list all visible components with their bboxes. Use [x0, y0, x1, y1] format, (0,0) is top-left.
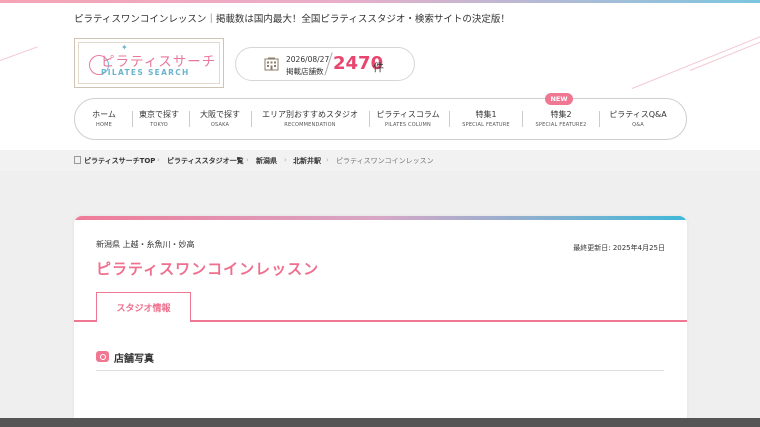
bottom-strip [0, 418, 760, 427]
store-count-box: 2026/08/27 掲載店舗数 2470 件 [235, 47, 415, 81]
count-label: 掲載店舗数 [286, 67, 324, 76]
logo-text-jp: ピラティスサーチ [101, 54, 217, 70]
site-tagline: ピラティスワンコインレッスン｜掲載数は国内最大！全国ピラティススタジオ・検索サイ… [74, 14, 510, 25]
nav-home[interactable]: ホーム HOME [79, 99, 129, 138]
nav-tokyo[interactable]: 東京で探す TOKYO [134, 99, 184, 138]
breadcrumb-studio-list[interactable]: ピラティススタジオ一覧 [167, 156, 244, 166]
nav-label-en: HOME [96, 122, 112, 128]
nav-label-jp: 特集1 [475, 110, 497, 119]
breadcrumb-separator-icon: › [246, 156, 249, 164]
decorative-line [689, 40, 760, 71]
nav-label-en: SPECIAL FEATURE2 [535, 122, 587, 128]
nav-column[interactable]: ピラティスコラム PILATES COLUMN [372, 99, 444, 138]
global-nav: ホーム HOME 東京で探す TOKYO 大阪で探す OSAKA エリア別おすす… [74, 98, 687, 140]
store-count-unit: 件 [373, 61, 384, 74]
nav-divider [189, 111, 190, 127]
nav-qa[interactable]: ピラティスQ&A Q&A [602, 99, 674, 138]
home-icon [74, 156, 81, 164]
breadcrumb-station[interactable]: 北新井駅 [293, 156, 321, 166]
nav-divider [132, 111, 133, 127]
breadcrumb-current: ピラティスワンコインレッスン [336, 157, 434, 165]
new-badge: NEW [545, 93, 573, 105]
nav-label-jp: 大阪で探す [200, 110, 240, 119]
nav-label-en: OSAKA [210, 122, 230, 128]
decorative-line [631, 35, 760, 89]
building-icon [264, 57, 279, 71]
count-date: 2026/08/27 [286, 55, 330, 64]
tab-studio-info[interactable]: スタジオ情報 [96, 292, 191, 322]
studio-name: ピラティスワンコインレッスン [96, 260, 320, 278]
breadcrumb-prefecture[interactable]: 新潟県 [256, 156, 277, 166]
nav-divider [251, 111, 252, 127]
nav-divider [369, 111, 370, 127]
breadcrumb-separator-icon: › [326, 156, 329, 164]
nav-label-jp: 特集2 [550, 110, 572, 119]
camera-icon [96, 351, 109, 362]
nav-label-en: TOKYO [150, 122, 168, 128]
nav-label-en: PILATES COLUMN [385, 122, 431, 128]
top-gradient-bar [0, 0, 760, 3]
nav-osaka[interactable]: 大阪で探す OSAKA [192, 99, 248, 138]
nav-label-jp: ピラティスQ&A [609, 110, 667, 119]
tab-label: スタジオ情報 [116, 304, 171, 314]
nav-label-jp: エリア別おすすめスタジオ [262, 110, 358, 119]
decorative-line [0, 46, 38, 61]
nav-recommendation[interactable]: エリア別おすすめスタジオ RECOMMENDATION [255, 99, 365, 138]
nav-divider [599, 111, 600, 127]
breadcrumb-separator-icon: › [284, 156, 287, 164]
site-logo[interactable]: ✦ ピラティスサーチ PILATES SEARCH [74, 38, 224, 88]
logo-text-en: PILATES SEARCH [101, 68, 190, 77]
studio-area: 新潟県 上越・糸魚川・妙高 [96, 240, 195, 249]
studio-card: 新潟県 上越・糸魚川・妙高 最終更新日: 2025年4月25日 ピラティスワンコ… [74, 216, 687, 427]
nav-special-feature-1[interactable]: 特集1 SPECIAL FEATURE [452, 99, 520, 138]
nav-label-jp: ホーム [92, 110, 116, 119]
breadcrumb-top[interactable]: ピラティスサーチTOP [84, 156, 155, 166]
nav-label-jp: ピラティスコラム [376, 110, 440, 119]
card-top-gradient [74, 216, 687, 220]
nav-label-jp: 東京で探す [139, 110, 179, 119]
section-divider [96, 370, 664, 371]
nav-label-en: Q&A [632, 122, 644, 128]
last-updated: 最終更新日: 2025年4月25日 [573, 244, 665, 252]
breadcrumb-separator-icon: › [157, 156, 160, 164]
nav-label-en: SPECIAL FEATURE [462, 122, 510, 128]
nav-divider [522, 111, 523, 127]
nav-divider [449, 111, 450, 127]
section-title-photos: 店舗写真 [114, 354, 154, 365]
nav-label-en: RECOMMENDATION [284, 122, 336, 128]
